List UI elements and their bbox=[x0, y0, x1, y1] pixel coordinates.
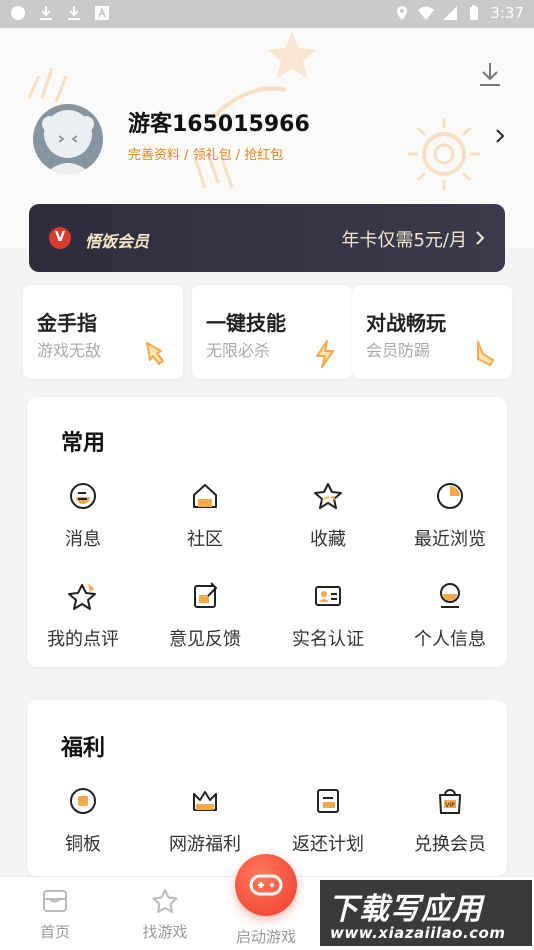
grid-item-vip-exchange[interactable]: VIP 兑换会员 bbox=[390, 786, 510, 856]
watermark: 下载写应用 www.xiazaiilao.com bbox=[320, 880, 532, 946]
vip-promo: 年卡仅需5元/月 bbox=[341, 230, 467, 251]
avatar[interactable] bbox=[33, 104, 103, 174]
grid-item-profile[interactable]: 个人信息 bbox=[390, 581, 510, 651]
id-card-icon bbox=[315, 586, 341, 606]
nav-label: 启动游戏 bbox=[235, 928, 296, 946]
gamepad-icon bbox=[249, 874, 283, 896]
feedback-edit-icon bbox=[194, 582, 218, 608]
common-section: 常用 消息 社区 收藏 最近浏览 我的点评 意见反馈 实名认证 个人信息 bbox=[27, 397, 507, 667]
lightning-icon bbox=[316, 340, 334, 368]
download-notification-icon bbox=[68, 6, 80, 20]
personal-info-icon bbox=[440, 583, 460, 608]
grid-item-review[interactable]: 我的点评 bbox=[23, 581, 143, 651]
decorative-star-icon bbox=[268, 32, 316, 78]
feature-subtitle: 会员防踢 bbox=[366, 341, 431, 360]
vip-badge-icon: V bbox=[49, 227, 71, 249]
grid-item-label: 网游福利 bbox=[169, 834, 241, 855]
grid-item-label: 兑换会员 bbox=[414, 834, 486, 855]
grid-item-return[interactable]: 返还计划 bbox=[268, 786, 388, 856]
star-icon bbox=[152, 889, 178, 913]
pointing-hand-icon bbox=[146, 342, 164, 365]
watermark-text: 下载写应用 bbox=[328, 892, 483, 927]
grid-item-feedback[interactable]: 意见反馈 bbox=[145, 581, 265, 651]
vip-title: 悟饭会员 bbox=[85, 232, 150, 251]
grid-item-favorite[interactable]: 收藏 bbox=[268, 481, 388, 551]
grid-item-recent[interactable]: 最近浏览 bbox=[390, 481, 510, 551]
vip-bag-icon: VIP bbox=[439, 789, 461, 814]
grid-item-label: 最近浏览 bbox=[414, 529, 486, 550]
grid-item-label: 收藏 bbox=[310, 529, 346, 550]
username: 游客165015966 bbox=[128, 112, 310, 137]
wifi-icon bbox=[418, 6, 435, 20]
grid-item-game-welfare[interactable]: 网游福利 bbox=[145, 786, 265, 856]
grid-item-label: 铜板 bbox=[65, 834, 101, 855]
grid-item-label: 返还计划 bbox=[292, 834, 364, 855]
guest-avatar-icon bbox=[42, 110, 94, 174]
nav-find-game[interactable]: 找游戏 bbox=[120, 887, 210, 942]
grid-item-label: 意见反馈 bbox=[169, 629, 241, 650]
review-star-icon bbox=[68, 583, 96, 610]
nav-home[interactable]: 首页 bbox=[10, 887, 100, 942]
download-notification-icon bbox=[40, 6, 52, 20]
grid-item-verify[interactable]: 实名认证 bbox=[268, 581, 388, 651]
kick-foot-icon bbox=[477, 341, 494, 366]
message-icon bbox=[70, 483, 96, 509]
favorite-star-icon bbox=[314, 483, 342, 509]
feature-subtitle: 游戏无敌 bbox=[37, 341, 102, 360]
section-title: 福利 bbox=[61, 736, 106, 761]
grid-item-label: 我的点评 bbox=[47, 629, 119, 650]
grid-item-label: 实名认证 bbox=[292, 629, 364, 650]
feature-card-cheat[interactable]: 金手指 游戏无敌 bbox=[23, 285, 183, 379]
feature-title: 一键技能 bbox=[206, 311, 286, 335]
return-plan-icon bbox=[317, 789, 339, 813]
section-title: 常用 bbox=[61, 431, 106, 456]
signal-icon bbox=[443, 6, 458, 20]
svg-text:VIP: VIP bbox=[445, 802, 455, 809]
grid-item-label: 社区 bbox=[187, 529, 223, 550]
profile-links[interactable]: 完善资料 / 领礼包 / 抢红包 bbox=[128, 144, 283, 163]
feature-card-battle[interactable]: 对战畅玩 会员防踢 bbox=[352, 285, 512, 379]
grid-item-coin[interactable]: 铜板 bbox=[23, 786, 143, 856]
decorative-sun-icon bbox=[408, 118, 480, 190]
crown-gift-icon bbox=[193, 791, 217, 811]
feature-card-skill[interactable]: 一键技能 无限必杀 bbox=[192, 285, 352, 379]
recent-pie-icon bbox=[437, 483, 463, 509]
grid-item-community[interactable]: 社区 bbox=[145, 481, 265, 551]
chevron-right-icon[interactable] bbox=[494, 128, 506, 144]
feature-subtitle: 无限必杀 bbox=[206, 341, 271, 360]
feature-title: 对战畅玩 bbox=[366, 311, 446, 335]
home-icon bbox=[43, 890, 67, 912]
feature-title: 金手指 bbox=[37, 311, 97, 335]
nav-label: 找游戏 bbox=[142, 923, 188, 941]
grid-item-label: 消息 bbox=[65, 529, 101, 550]
location-icon bbox=[397, 6, 408, 20]
coin-icon bbox=[70, 788, 96, 814]
chevron-right-icon bbox=[476, 231, 485, 245]
vip-banner[interactable]: V 悟饭会员 年卡仅需5元/月 bbox=[29, 204, 505, 272]
battery-icon bbox=[470, 5, 479, 20]
watermark-url: www.xiazaiilao.com bbox=[330, 924, 506, 942]
welfare-section: 福利 铜板 网游福利 返还计划 VIP 兑换会员 bbox=[27, 700, 507, 876]
notification-app-icon bbox=[11, 6, 25, 20]
launch-game-button[interactable] bbox=[235, 854, 297, 916]
nav-label: 首页 bbox=[39, 923, 70, 941]
grid-item-message[interactable]: 消息 bbox=[23, 481, 143, 551]
community-house-icon bbox=[193, 484, 217, 508]
download-icon[interactable] bbox=[476, 60, 504, 88]
status-time: 3:37 bbox=[490, 4, 524, 22]
font-notification-icon bbox=[95, 6, 109, 20]
status-bar: 3:37 bbox=[0, 0, 534, 28]
grid-item-label: 个人信息 bbox=[414, 629, 486, 650]
